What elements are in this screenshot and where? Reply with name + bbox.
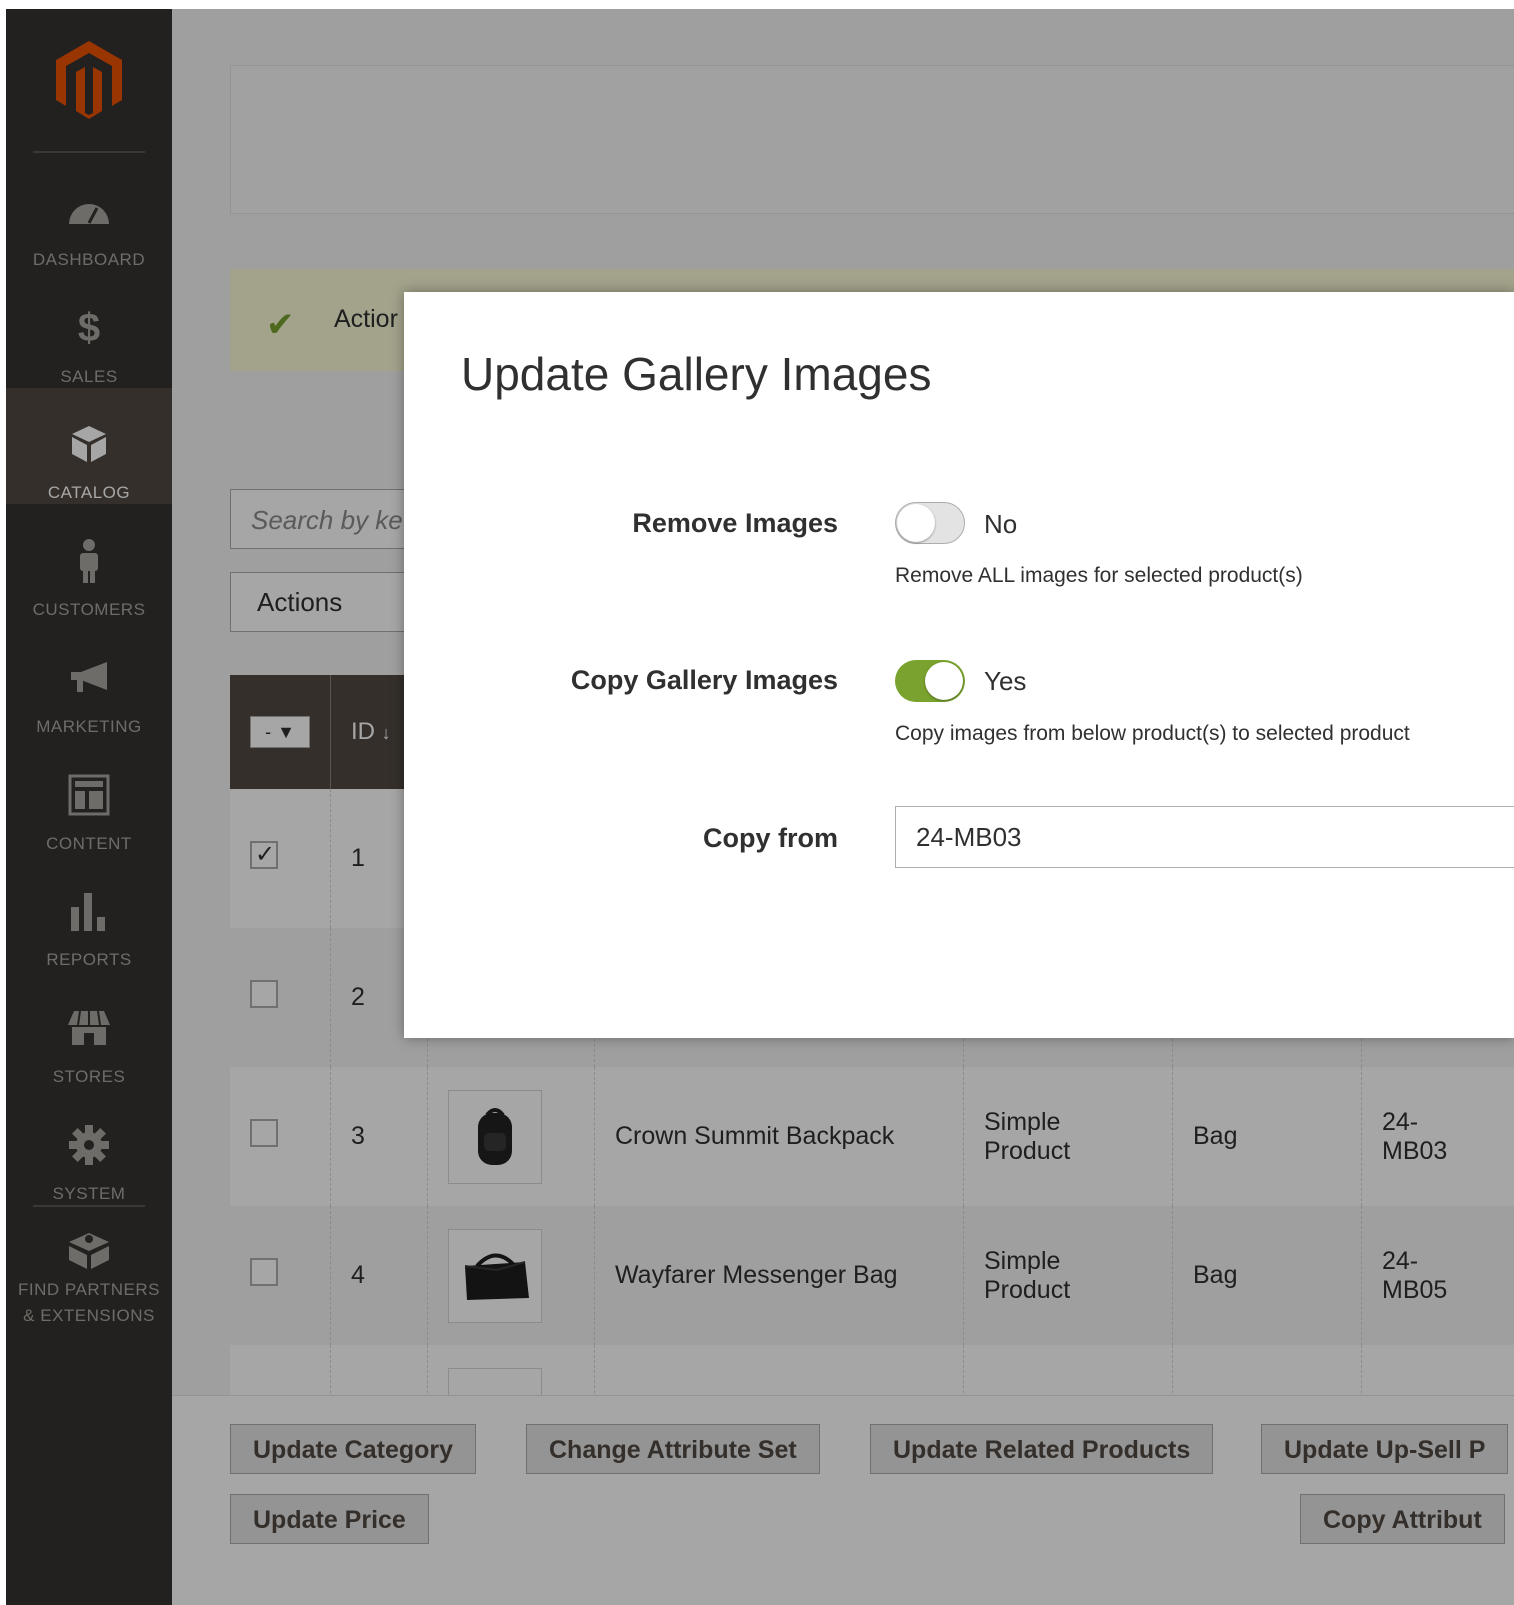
copy-from-input[interactable]: 24-MB03: [895, 806, 1514, 868]
toggle-knob: [925, 662, 963, 700]
remove-images-value: No: [984, 509, 1018, 539]
copy-from-value: 24-MB03: [916, 822, 1022, 852]
copy-gallery-images-label: Copy Gallery Images: [570, 665, 838, 695]
modal-title: Update Gallery Images: [461, 348, 932, 400]
copy-from-label: Copy from: [703, 823, 838, 853]
remove-images-label: Remove Images: [632, 508, 838, 538]
remove-images-toggle[interactable]: [895, 502, 965, 544]
copy-gallery-images-note: Copy images from below product(s) to sel…: [895, 722, 1410, 745]
copy-gallery-images-toggle[interactable]: [895, 660, 965, 702]
copy-gallery-images-value: Yes: [984, 666, 1027, 696]
update-gallery-images-modal: Update Gallery Images Remove Images No R…: [404, 292, 1514, 1038]
remove-images-note: Remove ALL images for selected product(s…: [895, 564, 1303, 587]
toggle-knob: [897, 504, 935, 542]
